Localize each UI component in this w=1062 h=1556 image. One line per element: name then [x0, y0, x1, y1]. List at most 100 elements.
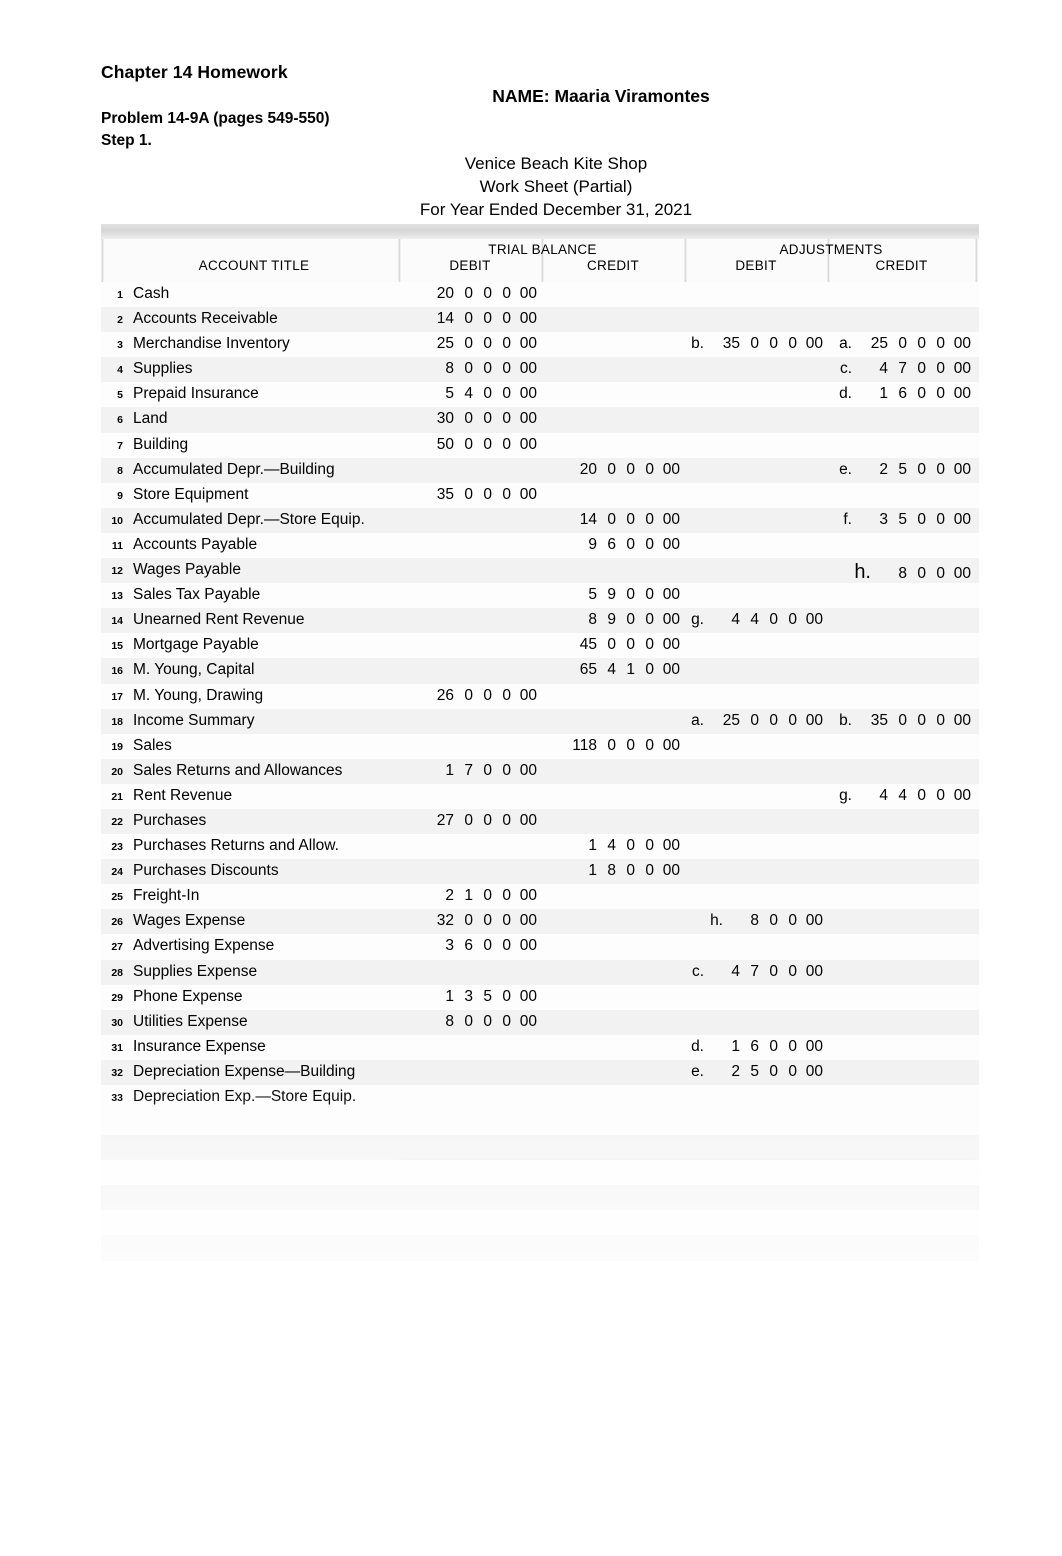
row-number: 16	[111, 665, 123, 678]
homework-title: Chapter 14 Homework	[101, 62, 288, 82]
worksheet-title: Work Sheet (Partial)	[479, 177, 633, 196]
cell-adjustments-debit: g. 4 4 0 0 00	[687, 611, 823, 631]
table-row: 11 Accounts Payable 9 6 0 0 00	[101, 532, 979, 559]
cell-adjustments-debit	[687, 737, 823, 757]
group-header-adjustments: ADJUSTMENTS	[779, 242, 883, 257]
amount-digit: 4	[879, 360, 888, 378]
amount-digit: 00	[805, 962, 823, 980]
cell-trial-balance-debit: 3 6 0 0 00	[401, 937, 537, 957]
cell-adjustments-credit	[830, 1038, 971, 1058]
amount-digit: 0	[502, 811, 511, 829]
amount-digit: 00	[519, 285, 537, 302]
amount-digit: 6	[898, 385, 907, 403]
table-row: 3 Merchandise Inventory 25 0 0 0 00 b. 35 0 0 0 00 a.…	[101, 332, 979, 358]
footer-page-number	[843, 1272, 864, 1284]
amount-digit: 00	[519, 811, 537, 829]
amount-digit: 0	[645, 661, 654, 679]
amount-digit: 0	[464, 1012, 473, 1030]
cell-trial-balance-credit	[544, 285, 680, 305]
work-sheet-rows: 1 Cash 20 0 0 0 00 2 Accounts Receivable 14 0 0 0 00 3…	[101, 282, 979, 1111]
row-number: 10	[111, 514, 123, 527]
adjustment-ref-letter: c.	[839, 360, 852, 378]
row-number: 5	[117, 389, 123, 402]
amount-digit: 0	[936, 360, 945, 378]
table-row: 25 Freight-In 2 1 0 0 00	[101, 884, 979, 910]
amount-digit: 0	[464, 335, 473, 353]
account-title: Land	[133, 410, 168, 428]
amount-digit: 0	[645, 586, 654, 604]
adjustment-ref-letter: d.	[691, 1037, 704, 1055]
cell-adjustments-credit	[830, 687, 971, 707]
cell-trial-balance-debit	[401, 586, 537, 606]
cell-adjustments-credit: b. 35 0 0 0 00	[830, 712, 971, 732]
amount-digit: 0	[464, 811, 473, 829]
cell-adjustments-debit	[687, 461, 823, 481]
amount-digit: 0	[483, 485, 492, 503]
amount-digit: 00	[953, 360, 971, 378]
cell-trial-balance-debit	[401, 787, 537, 807]
header-trial-balance-debit: DEBIT	[449, 258, 491, 273]
cell-trial-balance-credit	[544, 1063, 680, 1083]
amount-digit: 25	[870, 335, 888, 353]
row-number: 15	[111, 640, 123, 653]
adjustment-ref-letter: e.	[691, 1062, 704, 1080]
cell-adjustments-debit	[687, 687, 823, 707]
row-number: 21	[111, 790, 123, 803]
group-header-trial-balance: TRIAL BALANCE	[488, 242, 597, 257]
amount-digit: 8	[445, 360, 454, 378]
amount-digit: 4	[607, 837, 616, 855]
cell-adjustments-credit: h. 8 0 0 00	[830, 561, 971, 583]
cell-adjustments-credit	[830, 436, 971, 456]
row-number: 8	[117, 464, 123, 477]
account-title: Mortgage Payable	[133, 636, 259, 654]
table-row: 22 Purchases 27 0 0 0 00	[101, 808, 979, 835]
row-number: 27	[111, 941, 123, 954]
table-row: 31 Insurance Expense d. 1 6 0 0 00	[101, 1034, 979, 1060]
amount-digit: 0	[645, 736, 654, 754]
table-row: 30 Utilities Expense 8 0 0 0 00	[101, 1009, 979, 1035]
amount-digit: 00	[519, 385, 537, 403]
amount-digit: 0	[464, 912, 473, 930]
amount-digit: 1	[588, 837, 597, 855]
amount-digit: 8	[898, 565, 907, 583]
amount-digit: 5	[483, 987, 492, 1005]
amount-digit: 0	[626, 636, 635, 654]
cell-trial-balance-credit	[544, 812, 680, 832]
cell-trial-balance-debit	[401, 661, 537, 681]
row-number: 6	[117, 414, 123, 427]
amount-digit: 14	[436, 310, 454, 328]
cell-adjustments-credit	[830, 937, 971, 957]
row-number: 33	[111, 1092, 123, 1104]
cell-trial-balance-credit	[544, 335, 680, 355]
account-title: Purchases Returns and Allow.	[133, 837, 339, 855]
page-footer	[101, 1272, 1013, 1318]
amount-digit: 0	[788, 1037, 797, 1055]
account-title: M. Young, Drawing	[133, 686, 264, 704]
amount-digit: 1	[445, 987, 454, 1005]
cell-adjustments-debit	[687, 511, 823, 531]
amount-digit: 0	[769, 335, 778, 353]
row-number: 19	[111, 740, 123, 753]
row-number: 28	[111, 966, 123, 979]
cell-trial-balance-debit: 8 0 0 0 00	[401, 360, 537, 380]
row-number: 9	[117, 489, 123, 502]
amount-digit: 6	[750, 1037, 759, 1055]
amount-digit: 0	[502, 485, 511, 503]
amount-digit: 27	[436, 811, 454, 829]
amount-digit: 00	[519, 987, 537, 1005]
cell-adjustments-credit	[830, 611, 971, 631]
account-title: Sales Returns and Allowances	[133, 761, 343, 779]
cell-trial-balance-debit	[401, 737, 537, 757]
amount-digit: 0	[917, 565, 926, 583]
adjustment-ref-letter: f.	[843, 510, 852, 528]
faded-account-text	[133, 1114, 219, 1132]
cell-adjustments-debit	[687, 1013, 823, 1033]
row-shade	[101, 1135, 979, 1161]
cell-trial-balance-debit	[401, 536, 537, 556]
cell-adjustments-credit	[830, 1013, 971, 1033]
amount-digit: 0	[769, 1062, 778, 1080]
amount-digit: 0	[502, 335, 511, 353]
cell-trial-balance-credit	[544, 561, 680, 581]
amount-digit: 8	[750, 912, 759, 930]
cell-trial-balance-debit: 14 0 0 0 00	[401, 310, 537, 330]
